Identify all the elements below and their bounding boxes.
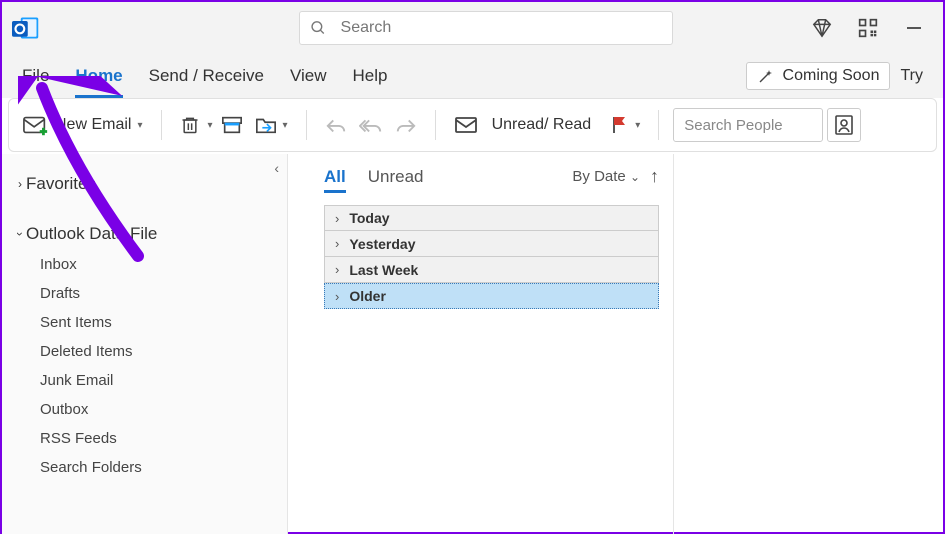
group-label: Yesterday	[349, 236, 415, 252]
chevron-right-icon: ›	[335, 262, 339, 277]
separator	[658, 110, 659, 140]
chevron-right-icon: ›	[18, 177, 22, 191]
archive-icon	[221, 115, 243, 135]
separator	[306, 110, 307, 140]
chevron-down-icon: ▾	[283, 120, 288, 131]
new-email-label: New Email	[55, 116, 131, 134]
address-book-icon	[834, 114, 854, 136]
chevron-down-icon[interactable]: ▾	[208, 120, 213, 131]
tab-strip: File Home Send / Receive View Help Comin…	[2, 54, 943, 98]
coming-soon-button[interactable]: Coming Soon	[746, 62, 891, 90]
chevron-right-icon: ›	[335, 211, 339, 226]
main-area: ‹ › Favorites › Outlook Data File Inbox …	[2, 154, 943, 534]
reply-icon	[325, 115, 347, 135]
premium-icon[interactable]	[809, 15, 835, 41]
date-groups: › Today › Yesterday › Last Week › Older	[324, 205, 659, 309]
data-file-label: Outlook Data File	[26, 224, 157, 244]
folder-deleted-items[interactable]: Deleted Items	[34, 337, 283, 366]
tab-home[interactable]: Home	[75, 60, 122, 92]
reply-button[interactable]	[321, 111, 351, 139]
filter-tabs: All Unread By Date ⌄ ↑	[324, 166, 659, 197]
qr-icon[interactable]	[855, 15, 881, 41]
group-label: Today	[349, 210, 389, 226]
group-yesterday[interactable]: › Yesterday	[324, 231, 659, 257]
unread-read-label: Unread/ Read	[484, 112, 600, 138]
folder-list: Inbox Drafts Sent Items Deleted Items Ju…	[34, 250, 283, 482]
mail-plus-icon	[23, 114, 49, 136]
coming-soon-label: Coming Soon	[783, 67, 880, 85]
ribbon: New Email ▾ ▾ ▾	[8, 98, 937, 152]
reply-all-button[interactable]	[355, 111, 387, 139]
try-button[interactable]: Try	[900, 67, 923, 85]
minimize-button[interactable]	[901, 15, 927, 41]
folder-search-folders[interactable]: Search Folders	[34, 453, 283, 482]
group-today[interactable]: › Today	[324, 205, 659, 231]
flag-icon	[611, 115, 629, 135]
folder-outbox[interactable]: Outbox	[34, 395, 283, 424]
unread-read-button[interactable]: Unread/ Read	[450, 108, 604, 142]
outlook-logo	[12, 14, 40, 42]
wand-icon	[757, 67, 775, 85]
folder-inbox[interactable]: Inbox	[34, 250, 283, 279]
favorites-header[interactable]: › Favorites	[6, 168, 283, 200]
search-icon	[310, 19, 327, 37]
tab-send-receive[interactable]: Send / Receive	[149, 60, 264, 92]
favorites-label: Favorites	[26, 174, 96, 194]
move-button[interactable]: ▾	[251, 111, 292, 139]
flag-button[interactable]: ▾	[607, 111, 644, 139]
folder-junk-email[interactable]: Junk Email	[34, 366, 283, 395]
message-list-panel: All Unread By Date ⌄ ↑ › Today › Yesterd…	[288, 154, 674, 534]
new-email-button[interactable]: New Email ▾	[19, 110, 147, 140]
data-file-header[interactable]: › Outlook Data File	[6, 218, 283, 250]
title-bar	[2, 2, 943, 54]
filter-unread[interactable]: Unread	[368, 167, 424, 187]
chevron-down-icon: ›	[13, 232, 27, 236]
tab-help[interactable]: Help	[352, 60, 387, 92]
forward-button[interactable]	[391, 111, 421, 139]
sort-label: By Date	[572, 168, 625, 185]
separator	[435, 110, 436, 140]
forward-icon	[395, 115, 417, 135]
reply-all-icon	[359, 115, 383, 135]
folder-rss-feeds[interactable]: RSS Feeds	[34, 424, 283, 453]
envelope-icon	[454, 115, 478, 135]
reading-panel	[674, 154, 943, 534]
sort-by-date[interactable]: By Date ⌄	[572, 168, 640, 185]
chevron-down-icon: ▾	[137, 120, 142, 131]
filter-all[interactable]: All	[324, 167, 346, 187]
tab-file[interactable]: File	[22, 60, 49, 92]
move-folder-icon	[255, 115, 277, 135]
global-search[interactable]	[299, 11, 673, 45]
chevron-down-icon: ⌄	[630, 170, 640, 184]
address-book-button[interactable]	[827, 108, 861, 142]
folder-sent-items[interactable]: Sent Items	[34, 308, 283, 337]
search-people-input[interactable]	[673, 108, 823, 142]
sort-direction-toggle[interactable]: ↑	[650, 166, 659, 187]
global-search-input[interactable]	[339, 18, 662, 38]
group-label: Last Week	[349, 262, 418, 278]
collapse-nav-icon[interactable]: ‹	[274, 160, 279, 176]
chevron-right-icon: ›	[335, 289, 339, 304]
archive-button[interactable]	[217, 111, 247, 139]
delete-button[interactable]	[176, 110, 204, 140]
group-last-week[interactable]: › Last Week	[324, 257, 659, 283]
chevron-right-icon: ›	[335, 236, 339, 251]
separator	[161, 110, 162, 140]
group-older[interactable]: › Older	[324, 283, 659, 309]
navigation-panel: ‹ › Favorites › Outlook Data File Inbox …	[2, 154, 288, 534]
trash-icon	[180, 114, 200, 136]
chevron-down-icon: ▾	[635, 120, 640, 131]
group-label: Older	[349, 288, 386, 304]
folder-drafts[interactable]: Drafts	[34, 279, 283, 308]
tab-view[interactable]: View	[290, 60, 327, 92]
